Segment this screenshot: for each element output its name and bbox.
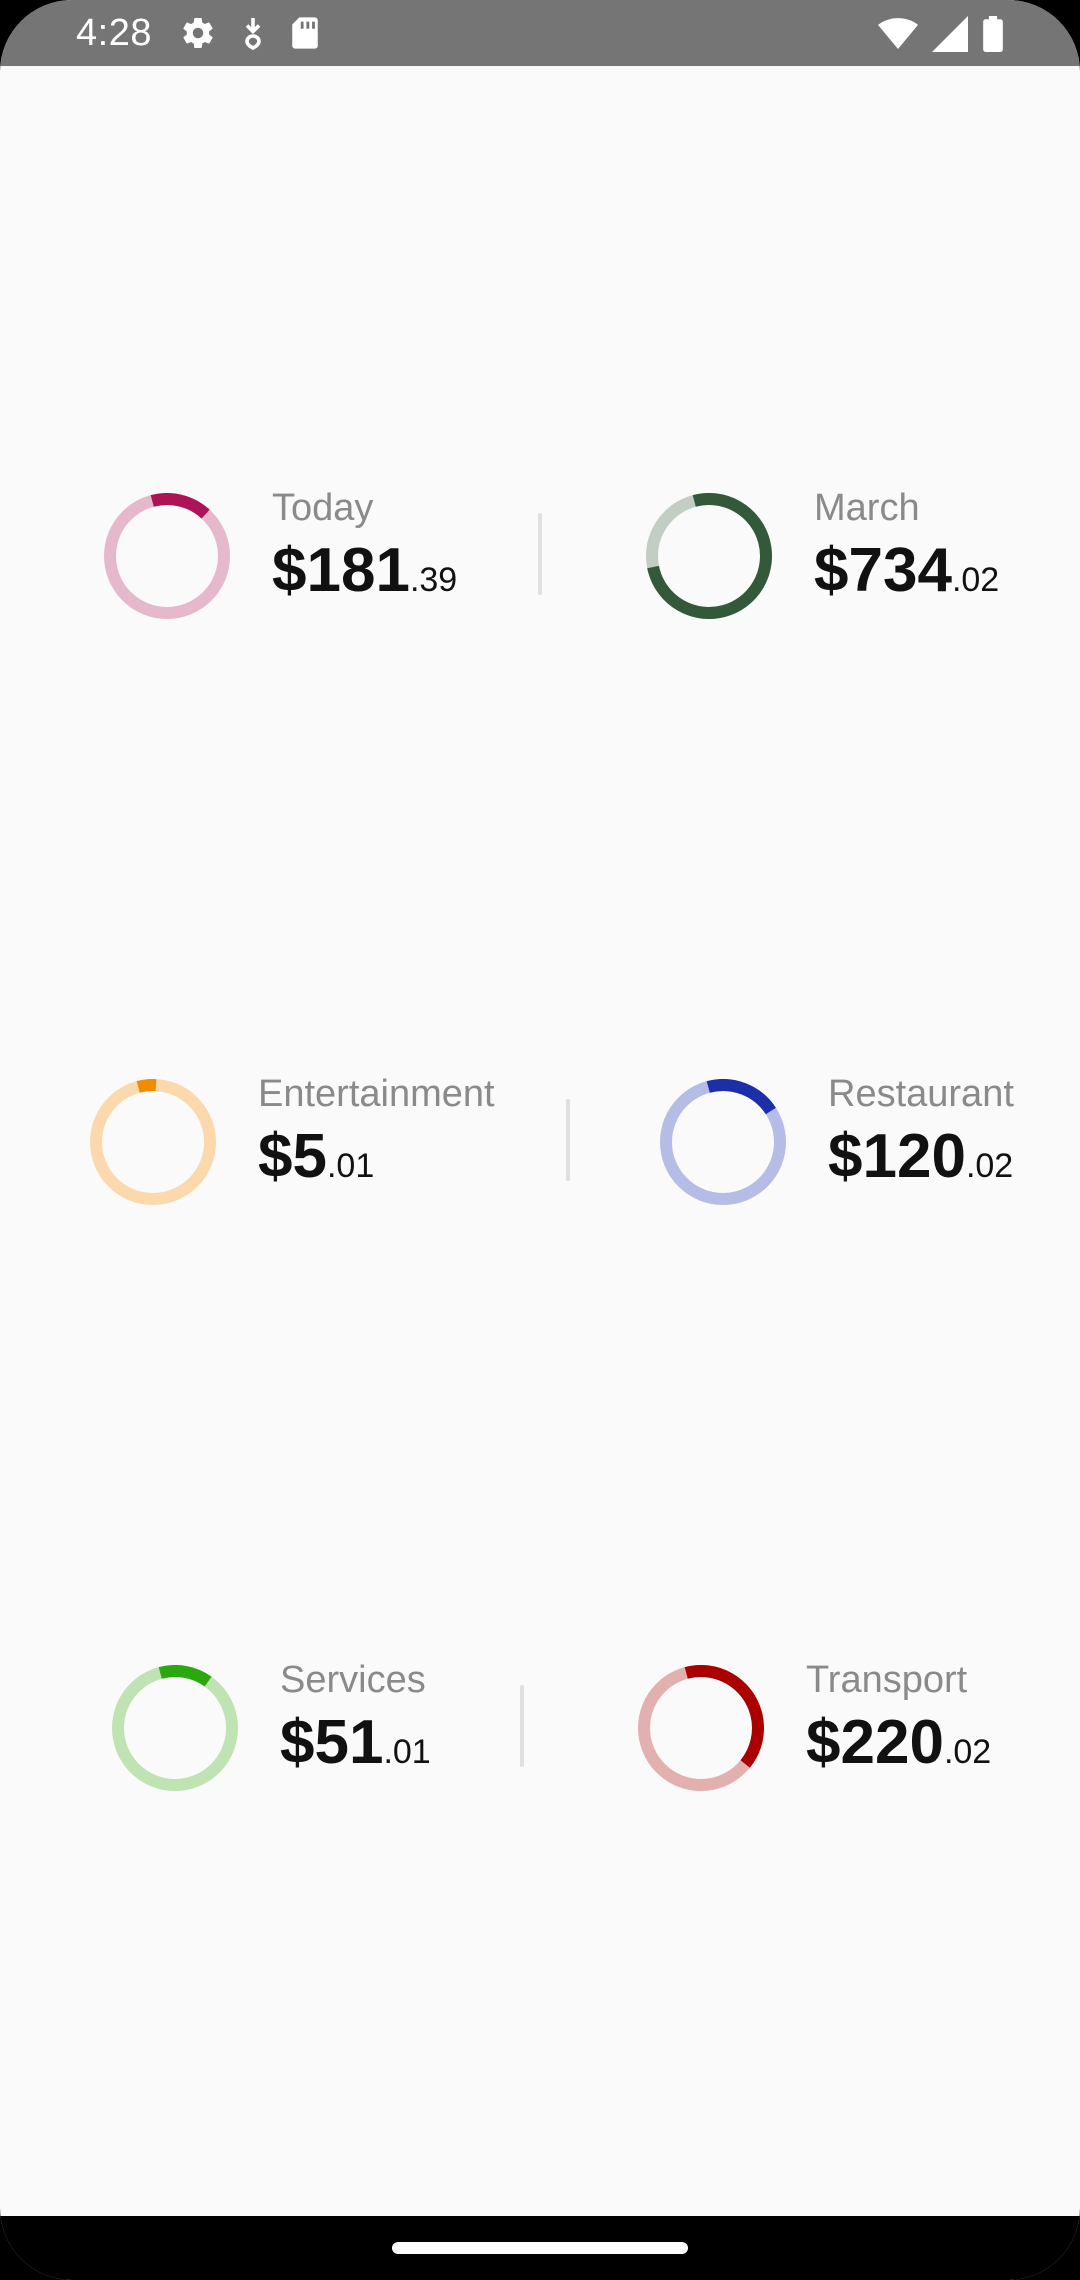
sd-card-icon [290,16,320,50]
divider [566,1099,570,1181]
services-donut [112,1665,238,1791]
donut-svg [660,1079,786,1205]
transport-label: Transport [806,1659,968,1701]
today-donut [104,493,230,619]
transport-donut [638,1665,764,1791]
transport-amount: $220.02 [806,1708,992,1777]
month-card[interactable]: March $734.02 [646,486,1026,626]
donut-track [104,493,230,619]
wifi-icon [878,17,918,51]
signal-icon [932,16,968,52]
download-icon [238,15,268,51]
status-right [878,12,1004,56]
screen: 4:28 Today $181.39 March $734.02 Enterta… [0,0,1080,2280]
month-label: March [814,487,920,529]
status-time: 4:28 [76,11,152,54]
restaurant-label: Restaurant [828,1073,1014,1115]
restaurant-donut [660,1079,786,1205]
donut-svg [638,1665,764,1791]
entertainment-amount: $5.01 [258,1122,375,1191]
donut-track [112,1665,238,1791]
today-label: Today [272,487,374,529]
divider [538,513,542,595]
month-donut [646,493,772,619]
restaurant-amount: $120.02 [828,1122,1014,1191]
entertainment-label: Entertainment [258,1073,495,1115]
entertainment-donut [90,1079,216,1205]
donut-svg [646,493,772,619]
divider [520,1685,524,1767]
donut-svg [104,493,230,619]
today-amount: $181.39 [272,536,458,605]
donut-svg [90,1079,216,1205]
status-left: 4:28 [76,10,320,56]
category-card-transport[interactable]: Transport $220.02 [638,1658,1028,1798]
donut-track [90,1079,216,1205]
home-indicator[interactable] [392,2242,688,2254]
battery-icon [982,16,1004,52]
services-label: Services [280,1659,426,1701]
status-bar: 4:28 [0,0,1080,66]
category-card-restaurant[interactable]: Restaurant $120.02 [660,1072,1060,1212]
today-card[interactable]: Today $181.39 [104,486,484,626]
gear-icon [180,15,216,51]
donut-svg [112,1665,238,1791]
category-card-entertainment[interactable]: Entertainment $5.01 [90,1072,510,1212]
month-amount: $734.02 [814,536,1000,605]
category-card-services[interactable]: Services $51.01 [112,1658,492,1798]
services-amount: $51.01 [280,1708,431,1777]
